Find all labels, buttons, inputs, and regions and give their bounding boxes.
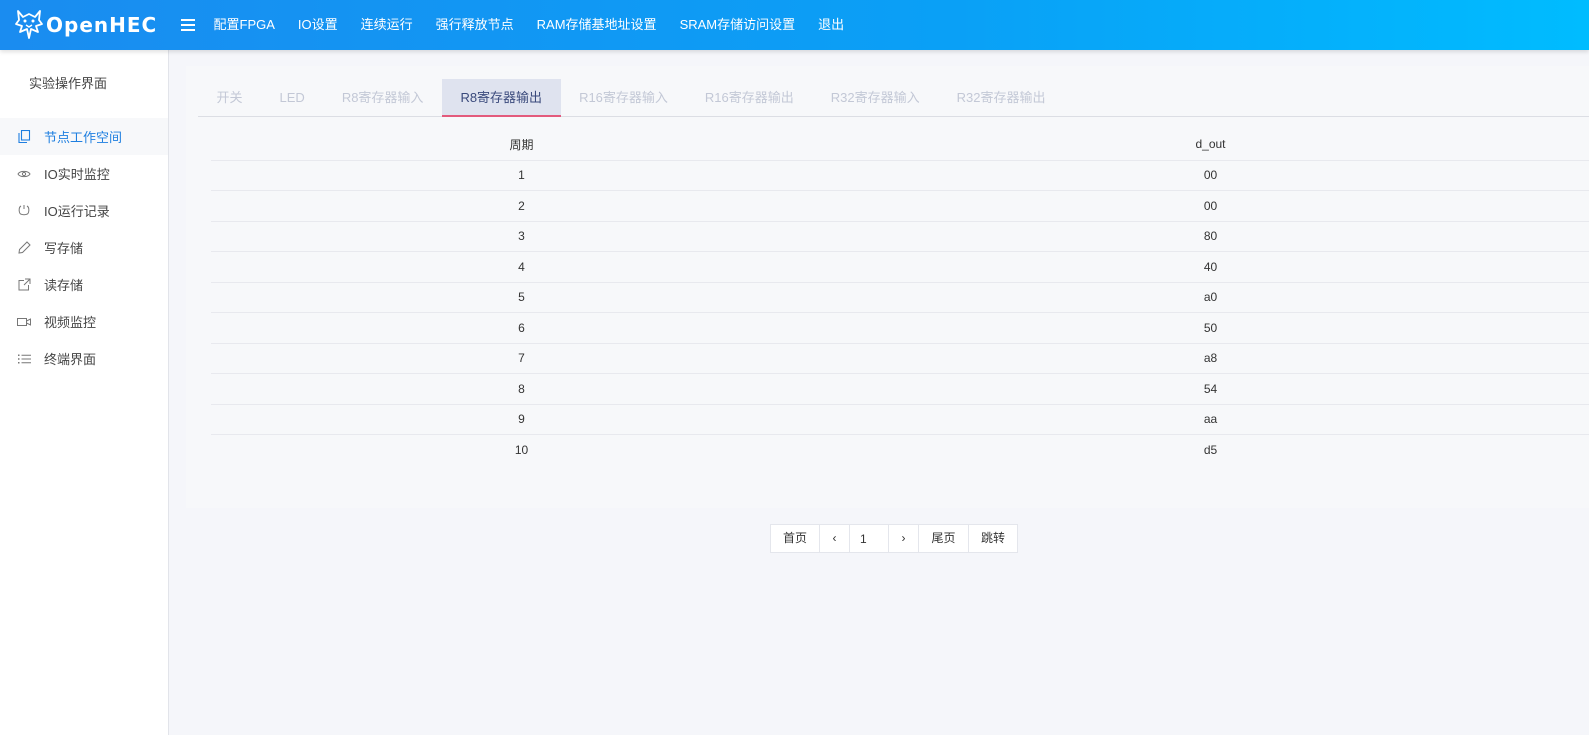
table-row: 1 00 — [211, 160, 1589, 191]
cell-cycle: 2 — [211, 190, 832, 222]
cell-cycle: 8 — [211, 373, 832, 405]
tab-led[interactable]: LED — [261, 79, 323, 117]
jump-button[interactable]: 跳转 — [968, 524, 1018, 553]
cell-cycle: 4 — [211, 251, 832, 283]
sidebar-item-label: 终端界面 — [44, 352, 97, 367]
list-icon — [17, 352, 31, 366]
tab-r8-output[interactable]: R8寄存器输出 — [441, 79, 561, 117]
table-row: 8 54 — [211, 373, 1589, 405]
tab-r8-input[interactable]: R8寄存器输入 — [323, 79, 442, 117]
column-header-cycle: 周期 — [211, 129, 832, 161]
first-page-button[interactable]: 首页 — [770, 524, 820, 553]
cell-d-out: 00 — [832, 190, 1589, 222]
cell-d-out: a0 — [832, 282, 1589, 313]
pencil-icon — [17, 241, 31, 255]
table-row: 3 80 — [211, 221, 1589, 252]
sidebar-item-write-storage[interactable]: 写存储 — [0, 229, 168, 266]
nav-continuous-run[interactable]: 连续运行 — [349, 0, 424, 50]
sidebar-item-label: 读存储 — [44, 278, 84, 293]
share-icon — [17, 278, 31, 292]
cell-cycle: 5 — [211, 282, 832, 313]
sidebar-item-label: 视频监控 — [44, 315, 97, 330]
wildcat-logo-icon — [15, 10, 43, 39]
sidebar-item-terminal[interactable]: 终端界面 — [0, 340, 168, 377]
register-output-card: 开关 LED R8寄存器输入 R8寄存器输出 R16寄存器输入 R16寄存器输出… — [186, 66, 1589, 508]
sidebar-item-io-log[interactable]: IO运行记录 — [0, 192, 168, 229]
last-page-button[interactable]: 尾页 — [918, 524, 969, 553]
cell-cycle: 9 — [211, 404, 832, 435]
cell-d-out: 40 — [832, 251, 1589, 283]
app-logo[interactable]: OpenHEC — [0, 0, 170, 50]
mouse-icon — [17, 204, 31, 218]
cell-cycle: 3 — [211, 221, 832, 252]
copy-icon — [17, 130, 31, 144]
nav-ram-base-address[interactable]: RAM存储基地址设置 — [525, 0, 668, 50]
sidebar-item-node-workspace[interactable]: 节点工作空间 — [0, 118, 168, 155]
top-nav: 配置FPGA IO设置 连续运行 强行释放节点 RAM存储基地址设置 SRAM存… — [202, 0, 856, 50]
table-row: 10 d5 — [211, 435, 1589, 466]
video-icon — [17, 315, 31, 329]
table-row: 6 50 — [211, 312, 1589, 344]
tab-switch[interactable]: 开关 — [198, 79, 261, 117]
sidebar-item-video-monitor[interactable]: 视频监控 — [0, 303, 168, 340]
sidebar-item-label: IO运行记录 — [44, 204, 110, 219]
nav-logout[interactable]: 退出 — [807, 0, 856, 50]
sidebar-item-label: 写存储 — [44, 241, 84, 256]
table-row: 4 40 — [211, 251, 1589, 283]
nav-configure-fpga[interactable]: 配置FPGA — [202, 0, 286, 50]
cell-d-out: 50 — [832, 312, 1589, 344]
table-row: 9 aa — [211, 404, 1589, 435]
nav-force-release-node[interactable]: 强行释放节点 — [424, 0, 525, 50]
sidebar-title: 实验操作界面 — [29, 76, 108, 91]
eye-icon — [17, 167, 31, 181]
cell-cycle: 6 — [211, 312, 832, 344]
data-table: 周期 d_out 1 00 2 00 3 80 4 40 5 a0 6 50 7 a8 8 54… — [211, 129, 1589, 465]
sidebar-item-label: IO实时监控 — [44, 167, 110, 182]
nav-io-settings[interactable]: IO设置 — [286, 0, 349, 50]
menu-toggle-button[interactable] — [174, 0, 202, 50]
sidebar-item-label: 节点工作空间 — [44, 130, 123, 145]
tab-r32-input[interactable]: R32寄存器输入 — [812, 79, 938, 117]
column-header-d-out: d_out — [832, 129, 1589, 161]
main-content: 开关 LED R8寄存器输入 R8寄存器输出 R16寄存器输入 R16寄存器输出… — [170, 50, 1589, 735]
cell-d-out: 54 — [832, 373, 1589, 405]
sidebar-item-read-storage[interactable]: 读存储 — [0, 266, 168, 303]
tab-r16-input[interactable]: R16寄存器输入 — [561, 79, 687, 117]
prev-page-button[interactable]: ‹ — [819, 524, 850, 553]
cell-cycle: 1 — [211, 160, 832, 191]
nav-sram-access-settings[interactable]: SRAM存储访问设置 — [668, 0, 807, 50]
next-page-button[interactable]: › — [888, 524, 919, 553]
cell-d-out: aa — [832, 404, 1589, 435]
tab-r16-output[interactable]: R16寄存器输出 — [686, 79, 812, 117]
hamburger-icon — [181, 19, 195, 31]
cell-d-out: a8 — [832, 343, 1589, 374]
cell-d-out: 80 — [832, 221, 1589, 252]
cell-d-out: 00 — [832, 160, 1589, 191]
page-number-input[interactable] — [849, 524, 889, 553]
cell-cycle: 10 — [514, 443, 529, 457]
table-row: 7 a8 — [211, 343, 1589, 374]
logo-text: OpenHEC — [46, 13, 158, 37]
table-row: 2 00 — [211, 190, 1589, 222]
tab-bar: 开关 LED R8寄存器输入 R8寄存器输出 R16寄存器输入 R16寄存器输出… — [198, 79, 1589, 117]
table-header-row: 周期 d_out — [211, 129, 1589, 161]
cell-d-out: d5 — [1203, 443, 1218, 457]
sidebar-item-io-monitor[interactable]: IO实时监控 — [0, 155, 168, 192]
pagination: 首页 ‹ › 尾页 跳转 — [770, 524, 1018, 553]
cell-cycle: 7 — [211, 343, 832, 374]
top-header: OpenHEC 配置FPGA IO设置 连续运行 强行释放节点 RAM存储基地址… — [0, 0, 1589, 50]
tab-r32-output[interactable]: R32寄存器输出 — [938, 79, 1064, 117]
table-row: 5 a0 — [211, 282, 1589, 313]
sidebar: 实验操作界面 节点工作空间 IO实时监控 IO运行记录 写存储 读存储 视频监控… — [0, 50, 169, 735]
